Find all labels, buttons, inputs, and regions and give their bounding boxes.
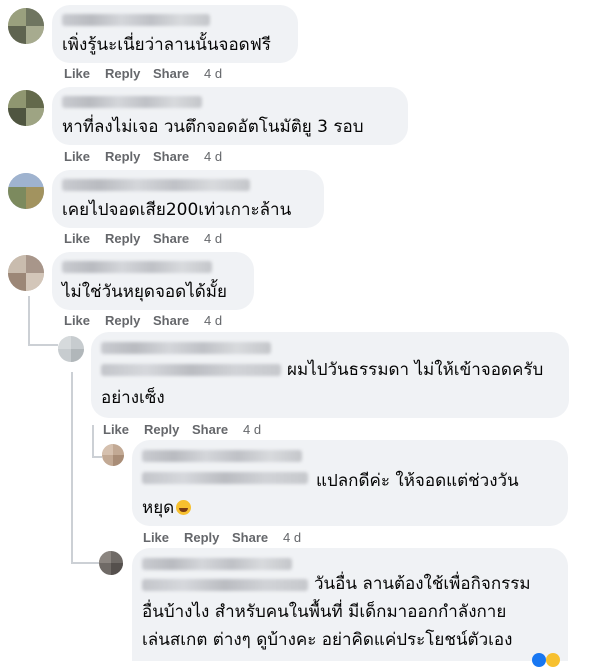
- author-name[interactable]: [142, 558, 292, 570]
- reply-button[interactable]: Reply: [105, 149, 153, 164]
- reply-text: หยุด: [142, 498, 175, 518]
- reply-bubble: แปลกดีค่ะ ให้จอดแต่ช่วงวัน หยุด: [132, 440, 568, 526]
- timestamp[interactable]: 4 d: [283, 530, 301, 545]
- avatar[interactable]: [99, 551, 123, 575]
- thread-line: [71, 562, 99, 564]
- thread-line: [28, 296, 30, 346]
- reply-bubble: ผมไปวันธรรมดา ไม่ให้เข้าจอดครับ อย่างเซ็…: [91, 332, 569, 418]
- reply-text: เล่นสเกต ต่างๆ ดูบ้างคะ อย่าคิดแค่ประโยช…: [142, 630, 513, 650]
- avatar[interactable]: [102, 444, 124, 466]
- share-button[interactable]: Share: [153, 231, 204, 246]
- reply-button[interactable]: Reply: [105, 231, 153, 246]
- thread-line: [71, 372, 73, 562]
- like-button[interactable]: Like: [64, 313, 105, 328]
- haha-reaction-icon[interactable]: [546, 653, 560, 667]
- reply-text-line: หยุด: [142, 494, 192, 523]
- timestamp[interactable]: 4 d: [204, 149, 222, 164]
- reply-text: แปลกดีค่ะ ให้จอดแต่ช่วงวัน: [316, 471, 519, 491]
- avatar[interactable]: [8, 255, 44, 291]
- like-button[interactable]: Like: [64, 66, 105, 81]
- timestamp[interactable]: 4 d: [204, 313, 222, 328]
- reply-text: อย่างเซ็ง: [101, 388, 165, 408]
- author-name[interactable]: [62, 261, 212, 273]
- share-button[interactable]: Share: [232, 530, 283, 545]
- reply-actions: Like Reply Share 4 d: [103, 422, 261, 437]
- author-name[interactable]: [62, 96, 202, 108]
- author-name[interactable]: [142, 450, 302, 462]
- comment-actions: Like Reply Share 4 d: [64, 66, 222, 81]
- like-button[interactable]: Like: [143, 530, 184, 545]
- comment-text: หาที่ลงไม่เจอ วนตึกจอดอัตโนมัติยู 3 รอบ: [62, 117, 364, 137]
- author-name-continued[interactable]: [101, 364, 281, 376]
- comment-text: เพิ่งรู้นะเนี่ยว่าลานนั้นจอดฟรี: [62, 35, 271, 55]
- avatar[interactable]: [8, 8, 44, 44]
- avatar[interactable]: [58, 336, 84, 362]
- reply-text: วันอื่น ลานต้องใช้เพื่อกิจกรรม: [314, 574, 531, 594]
- reply-bubble: วันอื่น ลานต้องใช้เพื่อกิจกรรม อื่นบ้างไ…: [132, 548, 568, 661]
- comment-actions: Like Reply Share 4 d: [64, 313, 222, 328]
- author-name[interactable]: [101, 342, 271, 354]
- laughing-emoji-icon: [176, 500, 192, 515]
- share-button[interactable]: Share: [153, 313, 204, 328]
- share-button[interactable]: Share: [192, 422, 243, 437]
- author-name-continued[interactable]: [142, 579, 308, 591]
- timestamp[interactable]: 4 d: [204, 66, 222, 81]
- comment-bubble: เคยไปจอดเสีย200เท่วเกาะล้าน: [52, 170, 324, 228]
- reply-actions: Like Reply Share 4 d: [143, 530, 301, 545]
- comment-text: เคยไปจอดเสีย200เท่วเกาะล้าน: [62, 200, 292, 220]
- like-button[interactable]: Like: [64, 149, 105, 164]
- thread-line: [28, 344, 58, 346]
- avatar[interactable]: [8, 173, 44, 209]
- reply-text: ผมไปวันธรรมดา ไม่ให้เข้าจอดครับ: [287, 360, 544, 380]
- timestamp[interactable]: 4 d: [243, 422, 261, 437]
- reply-text: อื่นบ้างไง สำหรับคนในพื้นที่ มีเด็กมาออก…: [142, 602, 507, 622]
- share-button[interactable]: Share: [153, 149, 204, 164]
- comment-bubble: เพิ่งรู้นะเนี่ยว่าลานนั้นจอดฟรี: [52, 5, 298, 63]
- reply-button[interactable]: Reply: [144, 422, 192, 437]
- comment-bubble: ไม่ใช่วันหยุดจอดได้มั้ย: [52, 252, 254, 310]
- comment-text: ไม่ใช่วันหยุดจอดได้มั้ย: [62, 282, 227, 302]
- author-name[interactable]: [62, 14, 210, 26]
- comment-actions: Like Reply Share 4 d: [64, 231, 222, 246]
- author-name[interactable]: [62, 179, 250, 191]
- comment-actions: Like Reply Share 4 d: [64, 149, 222, 164]
- share-button[interactable]: Share: [153, 66, 204, 81]
- timestamp[interactable]: 4 d: [204, 231, 222, 246]
- like-button[interactable]: Like: [64, 231, 105, 246]
- like-button[interactable]: Like: [103, 422, 144, 437]
- reply-button[interactable]: Reply: [184, 530, 232, 545]
- reply-button[interactable]: Reply: [105, 313, 153, 328]
- comment-bubble: หาที่ลงไม่เจอ วนตึกจอดอัตโนมัติยู 3 รอบ: [52, 87, 408, 145]
- thread-line: [92, 425, 94, 458]
- reply-button[interactable]: Reply: [105, 66, 153, 81]
- like-reaction-icon[interactable]: [532, 653, 546, 667]
- avatar[interactable]: [8, 90, 44, 126]
- author-name-continued[interactable]: [142, 472, 308, 484]
- thread-line: [92, 456, 102, 458]
